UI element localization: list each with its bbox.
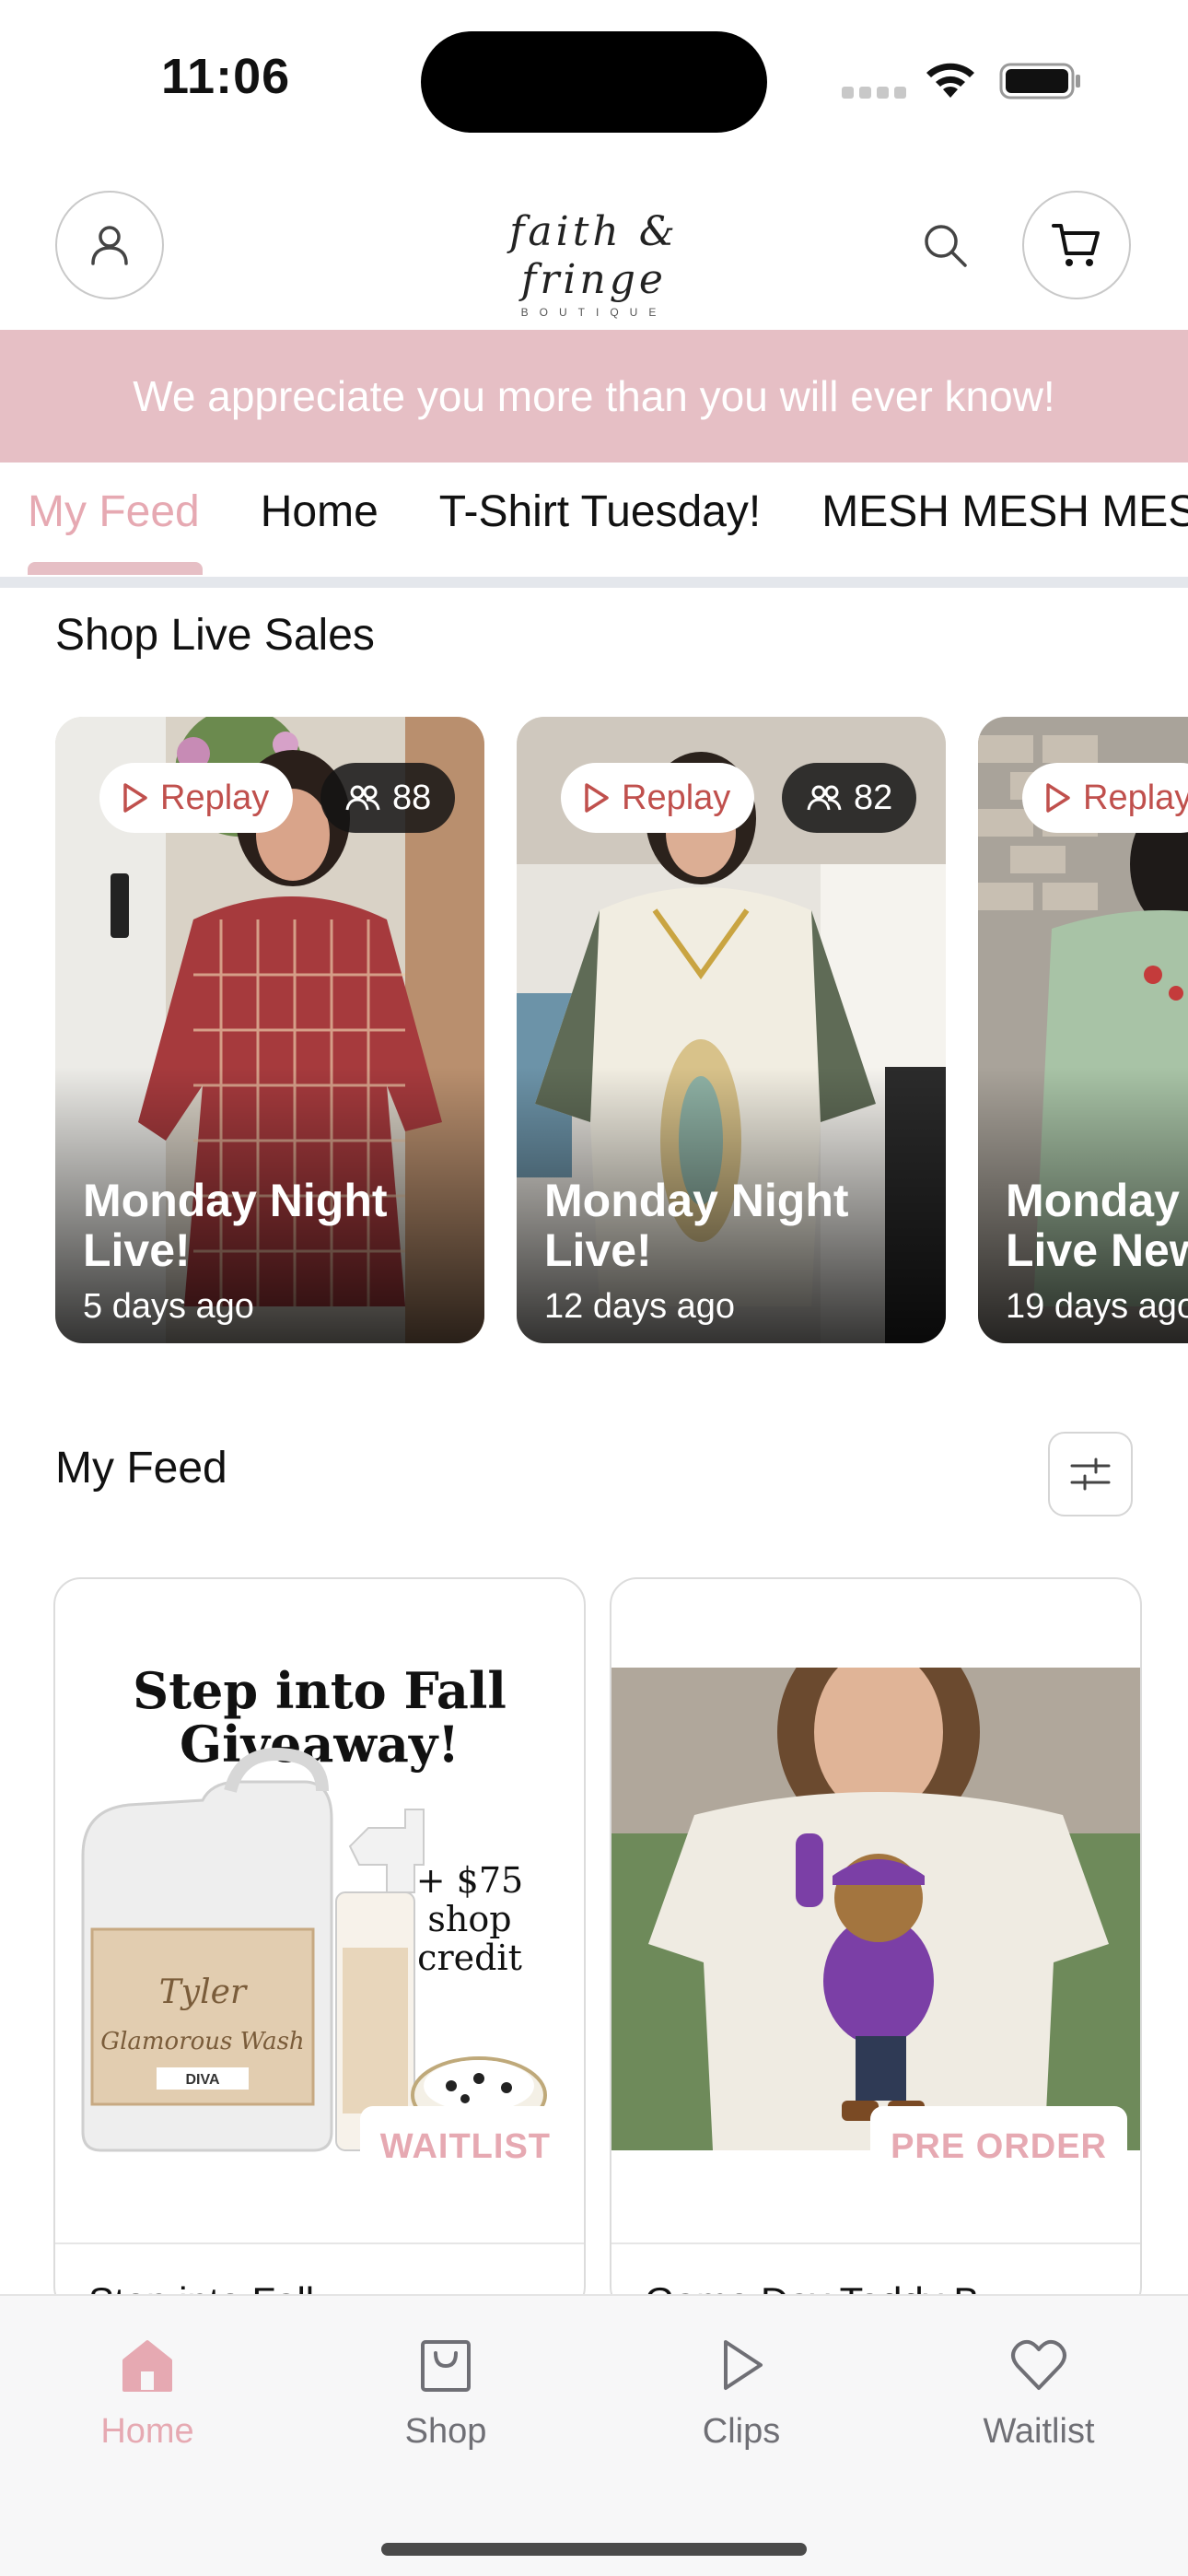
replay-badge[interactable]: Replay	[99, 763, 294, 833]
product-card[interactable]: Step into Fall Giveaway! Tyler Glamorous…	[53, 1577, 586, 2314]
play-outline-icon	[1046, 783, 1070, 813]
tab-my-feed[interactable]: My Feed	[28, 483, 200, 542]
promo-headline-line1: Step into Fall	[133, 1661, 507, 1720]
svg-text:Tyler: Tyler	[159, 1973, 248, 2011]
play-outline-icon	[585, 783, 609, 813]
shop-bag-icon	[421, 2340, 471, 2392]
brand-logo[interactable]: faith & fringe BOUTIQUE	[442, 208, 746, 319]
logo-subtitle: BOUTIQUE	[520, 306, 668, 319]
battery-icon	[999, 63, 1080, 100]
live-sale-time: 12 days ago	[544, 1287, 736, 1326]
tab-t-shirt-tuesday[interactable]: T-Shirt Tuesday!	[439, 483, 761, 542]
search-icon	[925, 225, 967, 267]
live-sales-carousel[interactable]: Replay 88 Monday Night Live! 5 days ago	[55, 717, 1188, 1345]
card-divider	[55, 2242, 584, 2244]
live-sale-title: Monday Night Live!	[544, 1175, 849, 1276]
svg-text:credit: credit	[417, 1938, 522, 1978]
feed-title: My Feed	[55, 1444, 227, 1493]
account-button[interactable]	[55, 191, 164, 299]
bottom-navigation: Home Shop Clips Waitlist	[0, 2294, 1188, 2576]
nav-shop[interactable]: Shop	[354, 2333, 538, 2452]
viewers-icon	[345, 785, 380, 811]
nav-home[interactable]: Home	[55, 2333, 239, 2452]
play-icon	[724, 2340, 763, 2390]
replay-label: Replay	[622, 778, 731, 817]
nav-waitlist-label: Waitlist	[983, 2412, 1095, 2451]
nav-shop-label: Shop	[404, 2412, 487, 2451]
search-button[interactable]	[912, 212, 978, 278]
nav-clips-label: Clips	[702, 2412, 781, 2451]
tab-mesh[interactable]: MESH MESH MESH	[821, 483, 1188, 542]
svg-text:shop: shop	[427, 1899, 511, 1939]
app-header: faith & fringe BOUTIQUE	[0, 157, 1188, 330]
live-sale-time: 5 days ago	[83, 1287, 254, 1326]
cart-button[interactable]	[1022, 191, 1131, 299]
cellular-signal-icon	[842, 87, 906, 99]
replay-label: Replay	[160, 778, 270, 817]
wifi-icon	[926, 63, 974, 98]
svg-text:DIVA: DIVA	[185, 2072, 219, 2088]
svg-text:Glamorous Wash: Glamorous Wash	[100, 2028, 304, 2055]
play-outline-icon	[123, 783, 147, 813]
home-icon	[122, 2340, 172, 2392]
status-bar: 11:06	[0, 0, 1188, 157]
dynamic-island	[421, 31, 767, 133]
cart-icon	[1052, 224, 1100, 266]
preorder-badge: PRE ORDER	[870, 2106, 1127, 2187]
waitlist-badge: WAITLIST	[359, 2106, 571, 2187]
filter-button[interactable]	[1048, 1432, 1133, 1516]
nav-home-label: Home	[100, 2412, 194, 2451]
live-sale-card[interactable]: Replay 82 Monday Night Live! 12 days ago	[517, 717, 946, 1343]
live-sale-title: Monday Night Live New	[1006, 1175, 1188, 1276]
tab-home[interactable]: Home	[261, 483, 379, 542]
nav-clips[interactable]: Clips	[649, 2333, 833, 2452]
live-sale-card[interactable]: Replay 88 Monday Night Live! 5 days ago	[55, 717, 484, 1343]
replay-badge[interactable]: Replay	[561, 763, 755, 833]
replay-label: Replay	[1083, 778, 1188, 817]
live-sales-title: Shop Live Sales	[55, 611, 375, 660]
card-divider	[611, 2242, 1140, 2244]
announcement-banner: We appreciate you more than you will eve…	[0, 330, 1188, 463]
product-card[interactable]: PRE ORDER Game Day Teddy B	[610, 1577, 1142, 2314]
live-sale-title: Monday Night Live!	[83, 1175, 388, 1276]
product-image	[611, 1668, 1140, 2150]
home-indicator	[381, 2543, 807, 2556]
active-tab-indicator	[28, 562, 203, 575]
logo-wordmark: faith & fringe	[509, 208, 679, 303]
replay-badge[interactable]: Replay	[1022, 763, 1188, 833]
user-icon	[91, 226, 128, 265]
viewers-badge: 82	[782, 763, 917, 833]
nav-waitlist[interactable]: Waitlist	[947, 2333, 1131, 2452]
status-time: 11:06	[161, 49, 291, 104]
sliders-icon	[1070, 1458, 1111, 1491]
live-sale-card[interactable]: Replay Monday Night Live New 19 days ago	[978, 717, 1188, 1343]
tabs-divider	[0, 577, 1188, 588]
product-image: Step into Fall Giveaway! Tyler Glamorous…	[55, 1653, 584, 2169]
live-sale-time: 19 days ago	[1006, 1287, 1188, 1326]
viewer-count: 82	[854, 778, 893, 817]
svg-text:+ $75: + $75	[416, 1860, 523, 1901]
heart-icon	[1011, 2339, 1066, 2390]
viewers-badge: 88	[320, 763, 456, 833]
viewers-icon	[807, 785, 842, 811]
viewer-count: 88	[392, 778, 432, 817]
category-tabs: My Feed Home T-Shirt Tuesday! MESH MESH …	[0, 463, 1188, 586]
